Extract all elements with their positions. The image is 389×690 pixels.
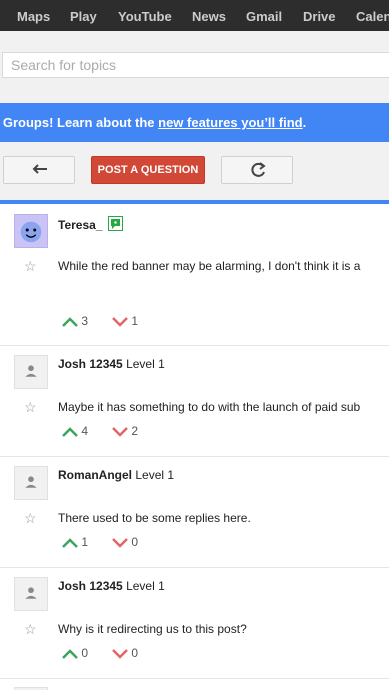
post-item: Josh 12345 Level 1 ☆ Why is it redirecti…	[0, 567, 389, 679]
upvote-button[interactable]: 1	[62, 535, 88, 549]
downvote-count: 0	[131, 535, 139, 549]
author-name[interactable]: Josh 12345	[58, 357, 123, 371]
search-input[interactable]	[2, 52, 389, 78]
author-name[interactable]: Teresa_	[58, 218, 102, 232]
downvote-icon	[112, 648, 128, 659]
back-arrow-icon	[32, 164, 47, 174]
post-item: Josh 12345 Level 1 ☆ Maybe it has someth…	[0, 345, 389, 457]
upvote-count: 1	[81, 535, 89, 549]
avatar	[14, 355, 48, 389]
upvote-button[interactable]: 3	[62, 314, 88, 328]
nav-news[interactable]: News	[192, 0, 226, 31]
post-item: RomanAngel Level 1 ☆ There used to be so…	[0, 456, 389, 568]
post-text: Why is it redirecting us to this post?	[58, 622, 247, 636]
upvote-button[interactable]: 4	[62, 424, 88, 438]
post-item: Teresa_ ☆ While the red banner may be al…	[0, 204, 389, 346]
top-navigation-bar: Maps Play YouTube News Gmail Drive Calen	[0, 0, 389, 31]
upvote-icon	[62, 538, 78, 548]
post-text: There used to be some replies here.	[58, 511, 251, 525]
nav-drive[interactable]: Drive	[303, 0, 336, 31]
banner-end: .	[302, 115, 307, 130]
refresh-button[interactable]	[221, 156, 293, 184]
upvote-count: 3	[81, 314, 89, 328]
avatar	[14, 577, 48, 611]
downvote-count: 1	[131, 314, 139, 328]
nav-maps[interactable]: Maps	[17, 0, 50, 31]
author-name[interactable]: RomanAngel	[58, 468, 132, 482]
announcement-banner: e Groups! Learn about the new features y…	[0, 103, 389, 142]
post-text: While the red banner may be alarming, I …	[58, 259, 361, 273]
nav-youtube[interactable]: YouTube	[118, 0, 172, 31]
upvote-icon	[62, 427, 78, 437]
upvote-icon	[62, 317, 78, 327]
downvote-button[interactable]: 0	[112, 535, 138, 549]
downvote-button[interactable]: 2	[112, 424, 138, 438]
nav-play[interactable]: Play	[70, 0, 97, 31]
post-question-button[interactable]: POST A QUESTION	[91, 156, 205, 184]
upvote-count: 4	[81, 424, 89, 438]
author-name[interactable]: Josh 12345	[58, 579, 123, 593]
downvote-count: 0	[131, 646, 139, 660]
banner-text: e Groups! Learn about the	[0, 115, 159, 130]
downvote-icon	[112, 316, 128, 327]
star-icon[interactable]: ☆	[24, 621, 37, 638]
downvote-icon	[112, 537, 128, 548]
avatar	[14, 214, 48, 248]
user-level: Level 1	[126, 579, 165, 593]
user-level: Level 1	[126, 357, 165, 371]
downvote-button[interactable]: 0	[112, 646, 138, 660]
banner-link[interactable]: new features you’ll find	[158, 115, 302, 130]
search-area	[0, 31, 389, 103]
upvote-count: 0	[81, 646, 89, 660]
star-icon[interactable]: ☆	[24, 258, 37, 275]
upvote-icon	[62, 649, 78, 659]
user-level: Level 1	[135, 468, 175, 482]
downvote-button[interactable]: 1	[112, 314, 138, 328]
avatar	[14, 466, 48, 500]
downvote-count: 2	[131, 424, 139, 438]
nav-gmail[interactable]: Gmail	[246, 0, 282, 31]
back-button[interactable]	[3, 156, 75, 184]
star-icon[interactable]: ☆	[24, 510, 37, 527]
thread-toolbar: POST A QUESTION	[0, 142, 389, 200]
downvote-icon	[112, 426, 128, 437]
badge-icon	[107, 216, 123, 231]
post-text: Maybe it has something to do with the la…	[58, 400, 361, 414]
upvote-button[interactable]: 0	[62, 646, 88, 660]
nav-calendar[interactable]: Calen	[356, 0, 389, 31]
star-icon[interactable]: ☆	[24, 399, 37, 416]
refresh-icon	[251, 162, 266, 177]
